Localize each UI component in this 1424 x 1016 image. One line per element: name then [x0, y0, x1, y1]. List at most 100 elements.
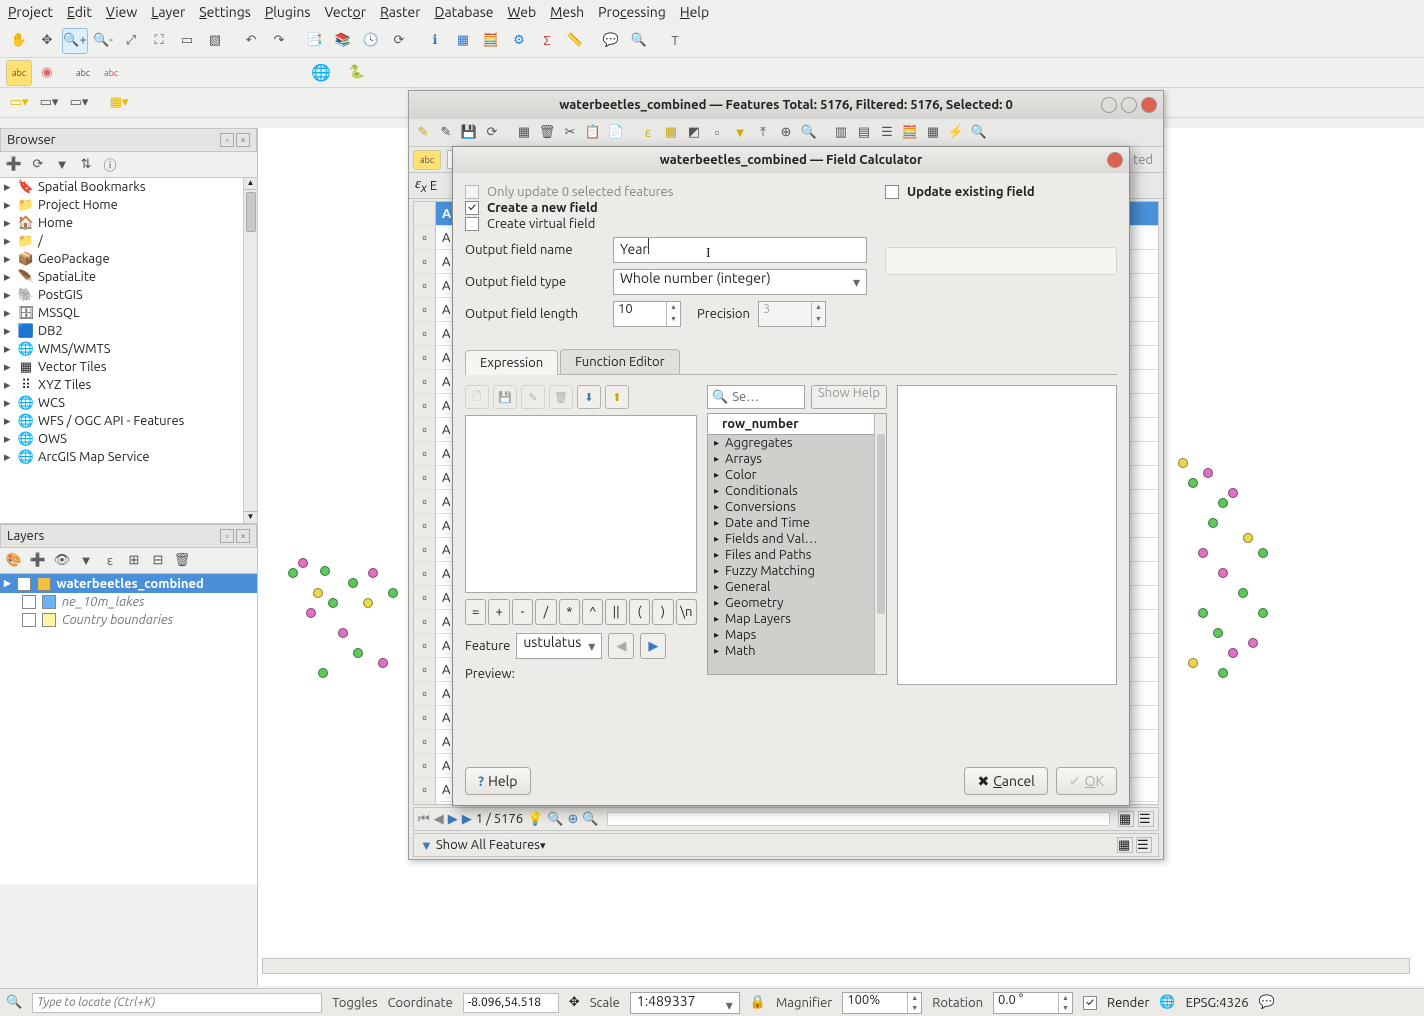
- function-group[interactable]: ▸Color: [708, 467, 886, 483]
- layer-style-icon[interactable]: 🎨: [4, 551, 24, 571]
- map-hscroll[interactable]: [262, 958, 1410, 974]
- field-calc-icon[interactable]: 🧮: [900, 123, 920, 143]
- attr-table-view-icon[interactable]: ☰: [1136, 837, 1152, 853]
- organize-columns-icon[interactable]: ☰: [877, 123, 897, 143]
- function-group[interactable]: ▸Geometry: [708, 595, 886, 611]
- layer-visibility-icon[interactable]: 👁: [52, 551, 72, 571]
- select-features-icon[interactable]: ▭▾: [6, 90, 32, 116]
- browser-undock-icon[interactable]: ▫: [220, 133, 234, 147]
- zoom-in-icon[interactable]: 🔍+: [62, 28, 88, 54]
- menu-plugins[interactable]: Plugins: [265, 4, 311, 20]
- field-calculator-icon[interactable]: 🧮: [478, 28, 504, 54]
- feature-next-icon[interactable]: ▶: [640, 633, 666, 659]
- menu-mesh[interactable]: Mesh: [550, 4, 584, 20]
- operator-button[interactable]: ^: [582, 599, 603, 625]
- new-bookmark-icon[interactable]: 📑: [302, 28, 328, 54]
- zoom-to-icon[interactable]: 🔍: [799, 123, 819, 143]
- highlight-icon[interactable]: 💡: [527, 812, 543, 827]
- output-type-select[interactable]: Whole number (integer): [613, 269, 867, 295]
- function-group[interactable]: ▸Maps: [708, 627, 886, 643]
- browser-item[interactable]: ▸🪶SpatiaLite: [0, 268, 257, 286]
- first-record-icon[interactable]: ⏮: [418, 812, 430, 827]
- function-list[interactable]: row_number ▸Aggregates▸Arrays▸Color▸Cond…: [707, 413, 887, 675]
- func-scrollbar[interactable]: [874, 414, 886, 674]
- deselect-all-icon[interactable]: ▫: [707, 123, 727, 143]
- layer-expand-icon[interactable]: ⊞: [124, 551, 144, 571]
- operator-button[interactable]: /: [535, 599, 556, 625]
- attr-table-icon[interactable]: ☰: [1138, 811, 1154, 827]
- crs-icon[interactable]: 🌐: [1159, 995, 1175, 1010]
- function-group[interactable]: ▸Map Layers: [708, 611, 886, 627]
- locator-input[interactable]: [32, 993, 322, 1013]
- browser-item[interactable]: ▸🗄MSSQL: [0, 304, 257, 322]
- label-tool-icon[interactable]: abc: [6, 60, 32, 86]
- browser-item[interactable]: ▸🌐WMS/WMTS: [0, 340, 257, 358]
- layers-list[interactable]: ▸ ✓waterbeetles_combined ne_10m_lakes Co…: [0, 574, 257, 884]
- attr-form-icon[interactable]: ▦: [1118, 811, 1134, 827]
- identify-icon[interactable]: ℹ: [422, 28, 448, 54]
- attribute-table-icon[interactable]: ▦: [450, 28, 476, 54]
- render-checkbox[interactable]: [1083, 996, 1097, 1010]
- operator-button[interactable]: -: [512, 599, 533, 625]
- browser-item[interactable]: ▸🐘PostGIS: [0, 286, 257, 304]
- select-all-icon[interactable]: ▦▾: [106, 90, 132, 116]
- collapse-icon[interactable]: ⇅: [76, 155, 96, 175]
- tab-expression[interactable]: Expression: [465, 350, 558, 375]
- copy-icon[interactable]: 📋: [583, 123, 603, 143]
- menu-settings[interactable]: Settings: [199, 4, 251, 20]
- scale-select[interactable]: 1:489337: [630, 992, 740, 1014]
- actions-icon[interactable]: ⚡: [946, 123, 966, 143]
- zoom-layer-icon[interactable]: ▧: [202, 28, 228, 54]
- measure-icon[interactable]: 📏: [562, 28, 588, 54]
- function-group[interactable]: ▸Aggregates: [708, 435, 886, 451]
- paste-icon[interactable]: 📄: [606, 123, 626, 143]
- delete-field-icon[interactable]: ▤: [854, 123, 874, 143]
- feature-prev-icon[interactable]: ◀: [608, 633, 634, 659]
- menu-layer[interactable]: Layer: [151, 4, 185, 20]
- menu-processing[interactable]: Processing: [598, 4, 666, 20]
- refresh-browser-icon[interactable]: ⟳: [28, 155, 48, 175]
- attr-window-title[interactable]: waterbeetles_combined — Features Total: …: [409, 91, 1163, 119]
- browser-item[interactable]: ▸🏠Home: [0, 214, 257, 232]
- attr-close-icon[interactable]: [1141, 97, 1157, 113]
- add-layer-icon[interactable]: ➕: [4, 155, 24, 175]
- zoom-selection-icon[interactable]: ▭: [174, 28, 200, 54]
- layer-row[interactable]: ▸ ✓waterbeetles_combined: [0, 574, 257, 593]
- operator-button[interactable]: \n: [676, 599, 697, 625]
- browser-scrollbar[interactable]: ▲ ▼: [243, 178, 257, 523]
- function-group[interactable]: ▸Conversions: [708, 499, 886, 515]
- function-group[interactable]: ▸Fields and Val…: [708, 531, 886, 547]
- dock-attr-icon[interactable]: 🔍: [969, 123, 989, 143]
- attr-maximize-icon[interactable]: [1121, 97, 1137, 113]
- cancel-button[interactable]: ✖ Cancel: [964, 767, 1047, 795]
- zoom-out-icon[interactable]: 🔍-: [90, 28, 116, 54]
- crs-label[interactable]: EPSG:4326: [1186, 996, 1249, 1010]
- browser-item[interactable]: ▸🟦DB2: [0, 322, 257, 340]
- function-group[interactable]: ▸Arrays: [708, 451, 886, 467]
- help-button[interactable]: ? Help: [465, 767, 531, 795]
- expr-import-icon[interactable]: ⬇: [577, 385, 601, 409]
- operator-button[interactable]: (: [629, 599, 650, 625]
- deselect-icon[interactable]: ▭▾: [66, 90, 92, 116]
- layer-filter-icon[interactable]: ▼: [76, 551, 96, 571]
- select-expr-icon[interactable]: ε: [638, 123, 658, 143]
- function-group[interactable]: ▸Fuzzy Matching: [708, 563, 886, 579]
- pan-selection-icon[interactable]: ✥: [34, 28, 60, 54]
- browser-item[interactable]: ▸🔖Spatial Bookmarks: [0, 178, 257, 196]
- add-feature-icon[interactable]: ▦: [514, 123, 534, 143]
- tab-function-editor[interactable]: Function Editor: [560, 349, 679, 374]
- invert-selection-icon[interactable]: ◩: [684, 123, 704, 143]
- save-edits-icon[interactable]: 💾: [459, 123, 479, 143]
- function-row-number[interactable]: row_number: [708, 414, 886, 435]
- browser-item[interactable]: ▸📦GeoPackage: [0, 250, 257, 268]
- layer-add-group-icon[interactable]: ➕: [28, 551, 48, 571]
- temporal-icon[interactable]: 🕓: [358, 28, 384, 54]
- output-length-spinner[interactable]: 10 ▲▼: [613, 301, 681, 327]
- select-value-icon[interactable]: ▭▾: [36, 90, 62, 116]
- layers-close-icon[interactable]: ×: [236, 529, 250, 543]
- browser-item[interactable]: ▸▦Vector Tiles: [0, 358, 257, 376]
- create-virtual-checkbox[interactable]: [465, 217, 479, 231]
- layer-row[interactable]: Country boundaries: [0, 611, 257, 629]
- layer-expression-icon[interactable]: ε: [100, 551, 120, 571]
- operator-button[interactable]: +: [488, 599, 509, 625]
